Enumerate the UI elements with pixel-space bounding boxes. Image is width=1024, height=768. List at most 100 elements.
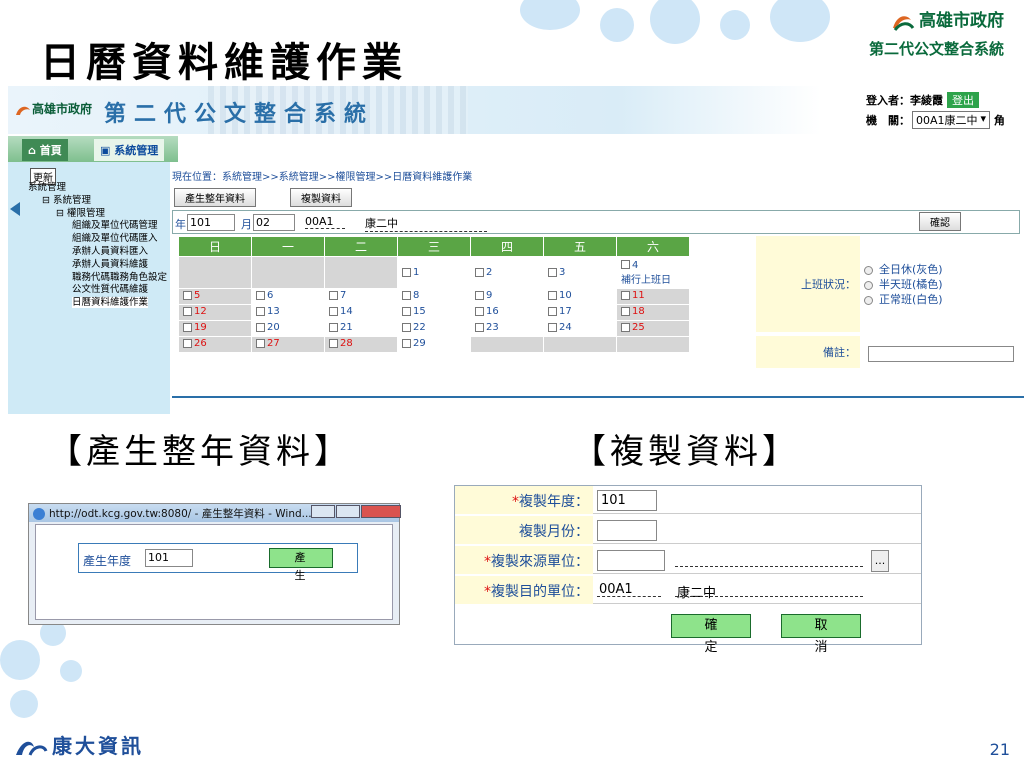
tab-system[interactable]: ▣ 系統管理 <box>94 139 165 161</box>
calendar-day[interactable]: 10 <box>543 288 617 305</box>
calendar-day[interactable]: 19 <box>178 320 252 337</box>
calendar-day[interactable]: 12 <box>178 304 252 321</box>
calendar-day[interactable]: 17 <box>543 304 617 321</box>
copy-month-input[interactable] <box>597 520 657 541</box>
day-checkbox[interactable] <box>548 322 557 332</box>
day-checkbox[interactable] <box>475 290 484 300</box>
day-checkbox[interactable] <box>475 306 484 316</box>
generate-button[interactable]: 產 生 <box>269 548 333 582</box>
calendar-grid: 日一二三四五六 1 2 3 4 補行上班日 5 6 7 8 9 10 11 12 13 14 15 16 17 18… <box>178 236 690 353</box>
note-input[interactable] <box>868 346 1014 362</box>
confirm-button[interactable]: 確認 <box>919 212 961 231</box>
tab-home[interactable]: ⌂ 首頁 <box>22 139 68 161</box>
radio-icon <box>864 280 873 290</box>
calendar-day[interactable]: 21 <box>324 320 398 337</box>
calendar-day[interactable]: 15 <box>397 304 471 321</box>
logout-button[interactable]: 登出 <box>947 92 979 108</box>
sidebar-item-current[interactable]: 日曆資料維護作業 <box>72 297 149 309</box>
calendar-day[interactable]: 22 <box>397 320 471 337</box>
day-checkbox[interactable] <box>183 290 192 300</box>
day-checkbox[interactable] <box>621 306 630 316</box>
calendar-day[interactable]: 23 <box>470 320 544 337</box>
day-checkbox[interactable] <box>402 267 411 277</box>
copy-year-input[interactable]: 101 <box>597 490 657 511</box>
day-checkbox[interactable] <box>402 290 411 300</box>
calendar-day[interactable]: 28 <box>324 336 398 353</box>
collapse-arrow-icon[interactable] <box>10 202 20 216</box>
calendar-day[interactable]: 16 <box>470 304 544 321</box>
month-input[interactable]: 02 <box>253 214 295 231</box>
day-number: 2 <box>486 267 493 278</box>
day-checkbox[interactable] <box>256 306 265 316</box>
day-checkbox[interactable] <box>621 290 630 300</box>
calendar-day[interactable]: 26 <box>178 336 252 353</box>
day-checkbox[interactable] <box>329 322 338 332</box>
sidebar-item[interactable]: 承辦人員資料匯入 <box>28 246 167 259</box>
calendar-day[interactable]: 18 <box>616 304 690 321</box>
day-checkbox[interactable] <box>402 338 411 348</box>
day-checkbox[interactable] <box>475 267 484 277</box>
day-checkbox[interactable] <box>548 290 557 300</box>
calendar-day[interactable]: 8 <box>397 288 471 305</box>
day-checkbox[interactable] <box>475 322 484 332</box>
calendar-day[interactable]: 6 <box>251 288 325 305</box>
calendar-day[interactable]: 20 <box>251 320 325 337</box>
calendar-day[interactable]: 3 <box>543 256 617 289</box>
generate-year-button[interactable]: 產生整年資料 <box>174 188 256 207</box>
day-checkbox[interactable] <box>621 260 630 269</box>
day-checkbox[interactable] <box>256 338 265 348</box>
org-select[interactable]: 00A1康二中 ▾ <box>912 111 990 129</box>
calendar-day[interactable]: 25 <box>616 320 690 337</box>
browse-button[interactable]: ... <box>871 550 889 572</box>
maximize-button[interactable] <box>336 505 360 518</box>
sidebar-item[interactable]: 組織及單位代碼匯入 <box>28 233 167 246</box>
calendar-day[interactable]: 9 <box>470 288 544 305</box>
day-checkbox[interactable] <box>256 290 265 300</box>
day-checkbox[interactable] <box>183 306 192 316</box>
radio-half-day[interactable]: 半天班(橘色) <box>864 277 943 292</box>
calendar-day[interactable]: 7 <box>324 288 398 305</box>
day-checkbox[interactable] <box>329 290 338 300</box>
calendar-day[interactable]: 24 <box>543 320 617 337</box>
generate-year-input[interactable]: 101 <box>145 549 193 567</box>
year-input[interactable]: 101 <box>187 214 235 231</box>
day-checkbox[interactable] <box>183 338 192 348</box>
day-checkbox[interactable] <box>548 267 557 277</box>
calendar-day[interactable]: 11 <box>616 288 690 305</box>
calendar-day[interactable]: 13 <box>251 304 325 321</box>
calendar-day[interactable]: 14 <box>324 304 398 321</box>
copy-data-button[interactable]: 複製資料 <box>290 188 352 207</box>
calendar-day[interactable]: 2 <box>470 256 544 289</box>
close-button[interactable] <box>361 505 401 518</box>
day-checkbox[interactable] <box>256 322 265 332</box>
ie-icon <box>33 508 45 520</box>
day-checkbox[interactable] <box>402 322 411 332</box>
sidebar-item[interactable]: 系統管理 <box>28 182 167 195</box>
calendar-day[interactable]: 27 <box>251 336 325 353</box>
radio-normal-day[interactable]: 正常班(白色) <box>864 292 943 307</box>
sidebar-item[interactable]: 職務代碼職務角色設定 <box>28 272 167 285</box>
ok-button[interactable]: 確 定 <box>671 614 751 655</box>
cancel-button[interactable]: 取 消 <box>781 614 861 655</box>
calendar-day[interactable]: 5 <box>178 288 252 305</box>
app-screenshot: 高雄市政府 第二代公文整合系統 登入者：李綾霞 登出 機 關： 00A1康二中 ▾ 角… <box>8 86 1024 416</box>
calendar-day[interactable]: 1 <box>397 256 471 289</box>
radio-full-day-off[interactable]: 全日休(灰色) <box>864 262 943 277</box>
sidebar-item[interactable]: ⊟ 系統管理 <box>28 195 167 208</box>
minimize-button[interactable] <box>311 505 335 518</box>
sidebar-item[interactable]: 公文性質代碼維護 <box>28 284 167 297</box>
copy-source-input[interactable] <box>597 550 665 571</box>
day-checkbox[interactable] <box>329 338 338 348</box>
calendar-day[interactable]: 29 <box>397 336 471 353</box>
day-checkbox[interactable] <box>329 306 338 316</box>
day-checkbox[interactable] <box>402 306 411 316</box>
day-checkbox[interactable] <box>548 306 557 316</box>
sidebar-item[interactable]: ⊟ 權限管理 <box>28 208 167 221</box>
day-checkbox[interactable] <box>183 322 192 332</box>
sidebar-item[interactable]: 承辦人員資料維護 <box>28 259 167 272</box>
day-checkbox[interactable] <box>621 322 630 332</box>
sidebar-item[interactable]: 組織及單位代碼管理 <box>28 220 167 233</box>
gov-name: 高雄市政府 <box>919 11 1004 31</box>
day-number: 22 <box>413 322 426 333</box>
calendar-day[interactable]: 4 補行上班日 <box>616 256 690 289</box>
